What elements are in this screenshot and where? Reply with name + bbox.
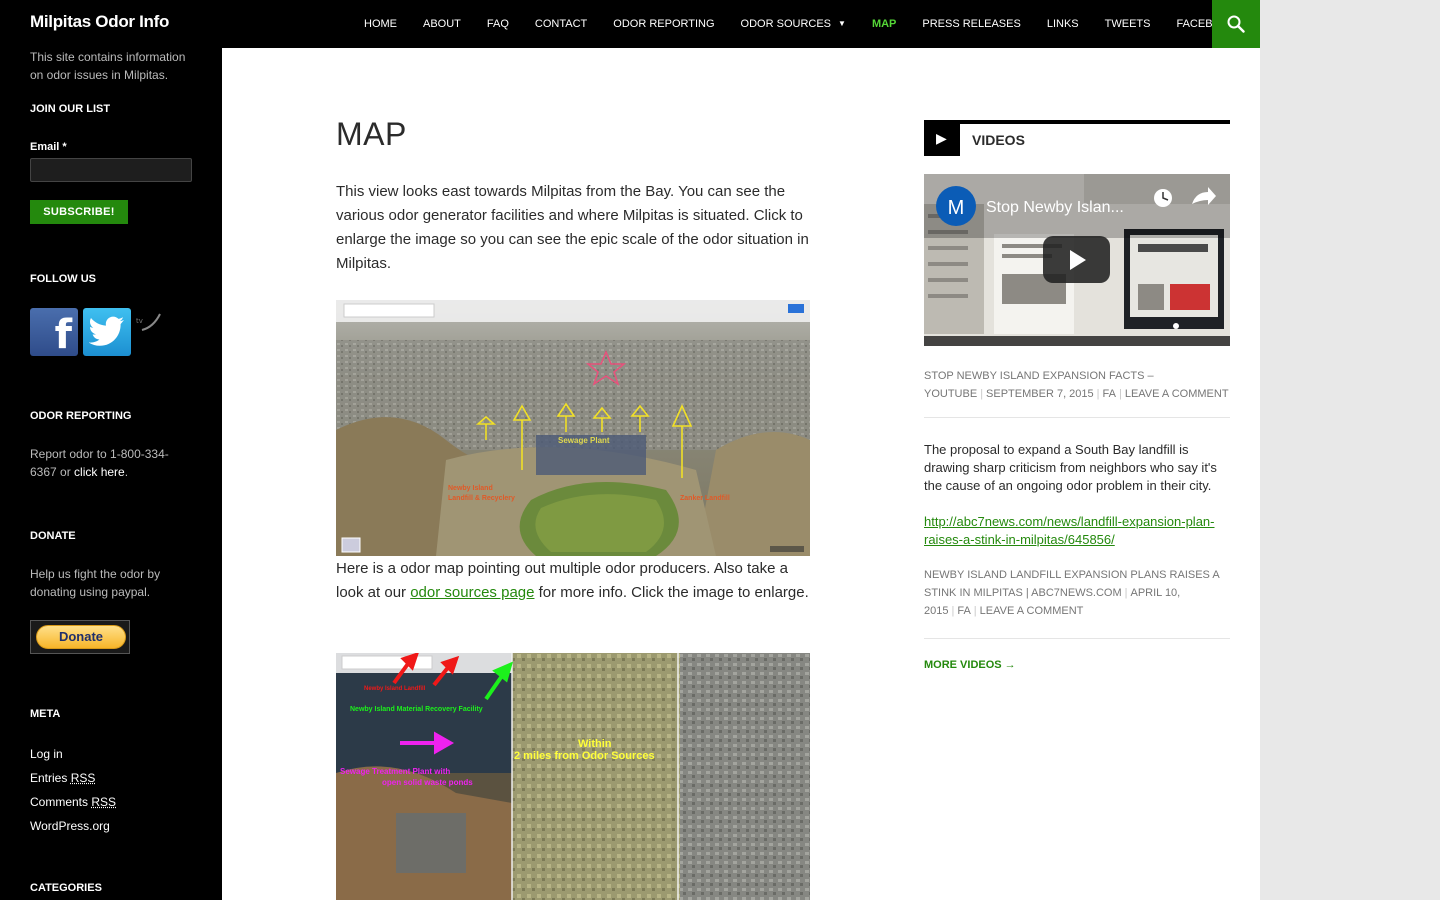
nav-faq[interactable]: FAQ [474, 0, 522, 48]
nav-press-releases[interactable]: Press Releases [909, 0, 1033, 48]
meta-comments-rss[interactable]: Comments RSS [30, 790, 116, 814]
nav-odor-sources[interactable]: Odor Sources ▼ [728, 0, 859, 48]
nav-odor-sources-label: Odor Sources [740, 18, 832, 30]
divider [924, 638, 1230, 639]
subscribe-button[interactable]: Subscribe! [30, 200, 128, 224]
intro-paragraph: This view looks east towards Milpitas fr… [336, 183, 809, 272]
meta-comments-label[interactable]: Comments [30, 795, 88, 809]
label-zanker: Zanker Landfill [680, 495, 730, 502]
page-title: Map [336, 116, 407, 152]
odor-map-image[interactable]: Newby Island Landfill Newby Island Mater… [336, 653, 810, 900]
odor-sources-link[interactable]: odor sources page [410, 584, 534, 601]
svg-text:tv: tv [136, 317, 143, 325]
widget-title-odor-reporting: Odor Reporting [30, 410, 132, 422]
meta-login[interactable]: Log in [30, 742, 116, 766]
nav-about[interactable]: About [410, 0, 474, 48]
video-entry-text-2: The proposal to expand a South Bay landf… [924, 442, 1217, 493]
widget-title-join: Join Our List [30, 103, 111, 115]
odor-reporting-period: . [124, 465, 129, 479]
paypal-widget: Donate [30, 620, 130, 654]
meta-wordpress-link[interactable]: WordPress.org [30, 819, 110, 833]
leave-comment-link-2[interactable]: Leave a comment [980, 605, 1084, 617]
meta-entries-label[interactable]: Entries [30, 771, 67, 785]
meta-list: Log in Entries RSS Comments RSS WordPres… [30, 742, 116, 838]
nav-home[interactable]: Home [351, 0, 410, 48]
video-title: Stop Newby Islan... [986, 199, 1124, 216]
meta-entries-rss[interactable]: Entries RSS [30, 766, 116, 790]
divider [924, 417, 1230, 418]
label-newby-island: Newby Island [448, 485, 493, 492]
label-newby-landfill: Newby Island Landfill [364, 686, 426, 692]
twitter-icon[interactable] [83, 308, 131, 356]
rss-abbr: RSS [91, 795, 117, 809]
label-newby-sub: Landfill & Recyclery [448, 495, 515, 502]
video-entry-author-2[interactable]: FA [957, 605, 970, 617]
video-entry-author-1[interactable]: FA [1103, 388, 1116, 400]
click-here-link[interactable]: click here [74, 465, 125, 479]
widget-title-follow: Follow Us [30, 273, 96, 285]
primary-nav: Home About FAQ Contact Odor Reporting Od… [351, 0, 1250, 48]
left-sidebar: This site contains information on odor i… [0, 48, 222, 900]
rss-icon[interactable]: tv [136, 312, 162, 332]
donate-button[interactable]: Donate [36, 625, 126, 649]
widget-title-donate: Donate [30, 530, 76, 542]
donate-text: Help us fight the odor by donating using… [30, 567, 161, 599]
facebook-icon[interactable]: f [30, 308, 78, 358]
video-entry-meta-2: Newby Island Landfill Expansion Plans Ra… [924, 569, 1220, 617]
site-header: Milpitas Odor Info Home About FAQ Contac… [0, 0, 1260, 48]
label-sewage-treatment: Sewage Treatment Plant with [340, 767, 450, 776]
label-within: Within [578, 738, 612, 750]
site-title[interactable]: Milpitas Odor Info [30, 12, 169, 32]
chevron-down-icon: ▼ [838, 19, 846, 28]
abc7news-link[interactable]: http://abc7news.com/news/landfill-expans… [924, 513, 1230, 549]
meta-wordpress[interactable]: WordPress.org [30, 814, 116, 838]
label-sewage-plant: Sewage Plant [558, 436, 610, 445]
nav-links[interactable]: Links [1034, 0, 1092, 48]
nav-contact[interactable]: Contact [522, 0, 600, 48]
odor-reporting-text: Report odor to 1-800-334-6367 or click h… [30, 445, 190, 481]
nav-odor-reporting[interactable]: Odor Reporting [600, 0, 727, 48]
rss-abbr: RSS [70, 771, 96, 785]
search-toggle[interactable] [1212, 0, 1260, 48]
video-entry-meta-1: Stop Newby Island Expansion Facts – YouT… [924, 370, 1229, 400]
label-mrf: Newby Island Material Recovery Facility [350, 706, 483, 713]
videos-widget-title: Videos [972, 132, 1025, 148]
site-description: This site contains information on odor i… [30, 50, 186, 82]
channel-avatar-initial: M [948, 197, 965, 219]
main-content: Map This view looks east towards Milpita… [222, 48, 1260, 900]
video-entry-date-1[interactable]: September 7, 2015 [986, 388, 1094, 400]
label-two-miles: 2 miles from Odor Sources [514, 750, 655, 762]
videos-widget-header: ▶ Videos [924, 120, 1230, 156]
nav-map[interactable]: Map [859, 0, 909, 48]
youtube-embed[interactable]: M Stop Newby Islan... [924, 174, 1230, 346]
label-sewage-sub: open solid waste ponds [382, 778, 473, 787]
email-label: Email * [30, 141, 67, 153]
aerial-view-image[interactable]: Sewage Plant Newby Island Landfill & Rec… [336, 300, 810, 556]
facebook-glyph: f [54, 312, 72, 358]
widget-title-categories: Categories [30, 882, 102, 894]
search-icon [1227, 15, 1245, 33]
meta-login-link[interactable]: Log in [30, 747, 63, 761]
nav-tweets[interactable]: Tweets [1092, 0, 1164, 48]
widget-title-meta: Meta [30, 708, 61, 720]
more-videos-link[interactable]: More Videos → [924, 659, 1016, 671]
leave-comment-link-1[interactable]: Leave a comment [1125, 388, 1229, 400]
map-paragraph: Here is a odor map pointing out multiple… [336, 557, 810, 605]
map-paragraph-outro: for more info. Click the image to enlarg… [534, 584, 809, 601]
video-icon: ▶ [924, 124, 960, 156]
email-field[interactable] [30, 158, 192, 182]
